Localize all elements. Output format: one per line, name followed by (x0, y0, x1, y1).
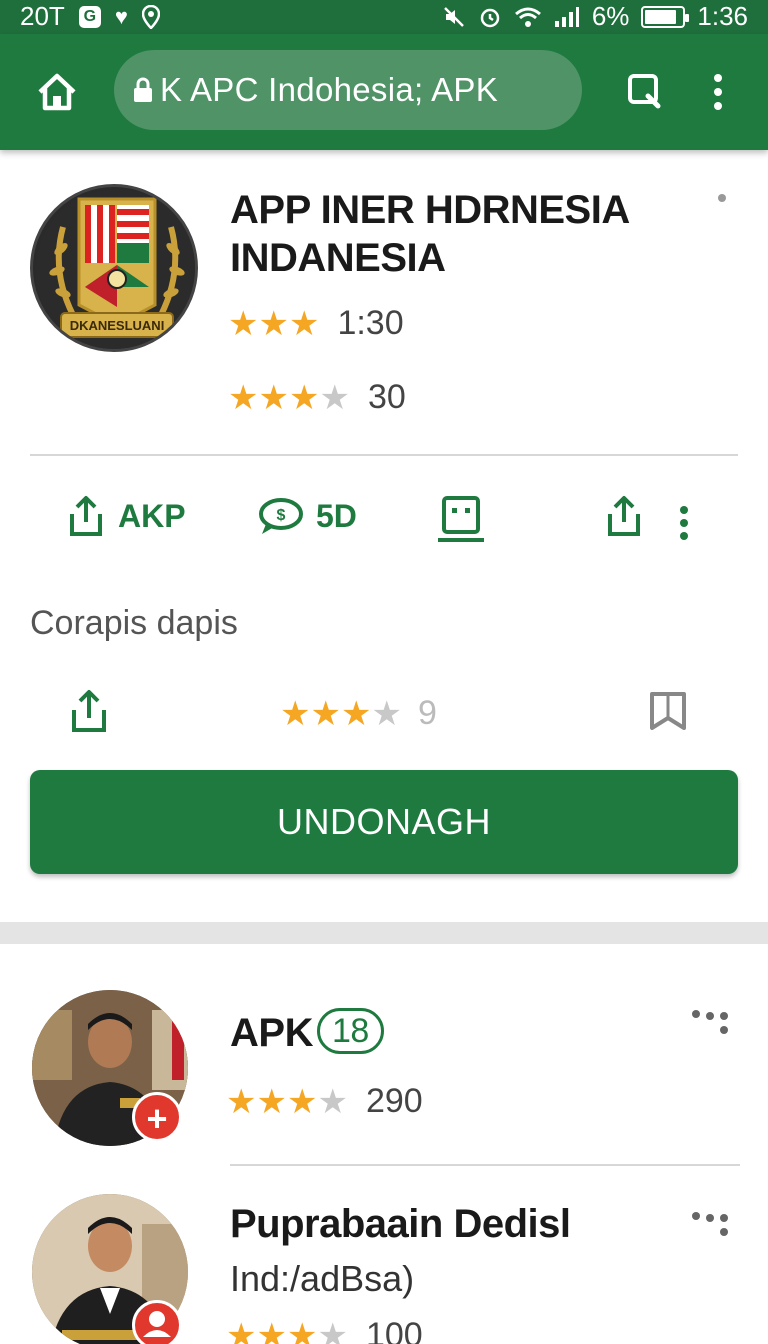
star-rating: ★★★★ (280, 697, 402, 731)
device-icon (438, 496, 484, 542)
list-item-title-text: APK (230, 1011, 313, 1055)
star-filled-icon: ★ (288, 378, 320, 417)
more-horiz-icon[interactable] (690, 1008, 730, 1038)
star-filled-icon: ★ (286, 1082, 318, 1121)
more-vert-icon[interactable] (676, 504, 692, 542)
add-badge-icon[interactable]: + (132, 1092, 182, 1142)
chat-icon: $ (259, 498, 303, 534)
rating-value: 30 (367, 378, 406, 416)
list-item-subtitle: Ind:/adBsa) (230, 1258, 415, 1299)
status-bar: 20T G ♥ 6% 1:36 (0, 0, 768, 34)
rating-value: 100 (365, 1316, 423, 1344)
person-badge-icon[interactable] (132, 1300, 182, 1344)
signal-icon (554, 6, 579, 27)
heart-icon: ♥ (114, 3, 128, 29)
url-bar[interactable]: K APC Indohesia; APK (114, 50, 582, 130)
tabs-icon[interactable] (626, 72, 664, 112)
action-akp-button[interactable]: AKP (66, 494, 186, 538)
action-label: 5D (316, 497, 357, 534)
browser-toolbar: K APC Indohesia; APK (0, 34, 768, 150)
battery-percent: 6% (591, 1, 630, 31)
share-icon[interactable] (68, 688, 110, 734)
star-filled-icon: ★ (256, 1316, 287, 1344)
wifi-icon (514, 7, 541, 27)
status-time: 1:36 (697, 1, 748, 31)
star-empty-icon: ★ (371, 694, 402, 733)
list-item-rating: ★★★★ 100 (226, 1316, 423, 1344)
rating-value: 290 (365, 1082, 423, 1120)
app-more-icon[interactable] (712, 188, 732, 208)
more-horiz-icon[interactable] (690, 1210, 730, 1240)
divider (30, 454, 738, 456)
star-empty-icon: ★ (319, 378, 350, 417)
star-filled-icon: ★ (228, 378, 259, 417)
home-icon[interactable] (36, 72, 78, 112)
action-share-button[interactable] (604, 494, 644, 538)
star-filled-icon: ★ (258, 304, 289, 343)
app-emblem-icon: DKANESLUANI (35, 189, 195, 349)
action-device-button[interactable] (436, 494, 486, 544)
star-filled-icon: ★ (310, 694, 341, 733)
download-button[interactable]: UNDONAGH (30, 770, 738, 874)
list-item-title: APK 18 (230, 1008, 384, 1056)
star-filled-icon: ★ (286, 1316, 318, 1344)
g-badge-icon: G (78, 5, 101, 28)
share-icon (608, 496, 640, 536)
star-filled-icon: ★ (280, 694, 311, 733)
star-filled-icon: ★ (226, 1316, 257, 1344)
star-filled-icon: ★ (288, 304, 320, 343)
section-label: Corapis dapis (30, 604, 238, 642)
action-label: AKP (118, 497, 186, 534)
star-filled-icon: ★ (256, 1082, 287, 1121)
rating-value: 9 (417, 694, 437, 732)
section-rating: ★★★★ 9 (280, 694, 437, 733)
app-logo: DKANESLUANI (30, 184, 198, 352)
svg-text:$: $ (277, 507, 286, 524)
more-vert-icon[interactable] (706, 70, 730, 114)
star-rating: ★★★★ (226, 1085, 348, 1119)
list-item-title: Pupraba­ain Dedisl (230, 1202, 571, 1246)
star-filled-icon: ★ (258, 378, 289, 417)
age-badge: 18 (316, 1008, 384, 1054)
star-rating: ★★★★ (228, 381, 350, 415)
action-5d-button[interactable]: $ 5D (258, 494, 357, 538)
location-icon (141, 4, 160, 29)
status-time-left: 20T (20, 1, 65, 31)
app-rating-primary: ★★★ 1:30 (228, 304, 404, 343)
star-rating: ★★★★ (226, 1319, 348, 1344)
battery-level (645, 9, 676, 24)
divider (230, 1164, 740, 1166)
app-title: APP INER HDRNESIA INDANESIA (230, 188, 629, 280)
app-rating-secondary: ★★★★ 30 (228, 378, 406, 417)
star-filled-icon: ★ (228, 304, 259, 343)
url-text[interactable]: K APC Indohesia; APK (160, 71, 498, 109)
battery-icon (641, 5, 690, 28)
star-empty-icon: ★ (317, 1082, 348, 1121)
bookmark-icon[interactable] (648, 690, 688, 732)
star-filled-icon: ★ (340, 694, 372, 733)
rating-value: 1:30 (337, 304, 404, 342)
mute-icon (443, 6, 464, 27)
svg-text:DKANESLUANI: DKANESLUANI (70, 318, 165, 333)
star-rating: ★★★ (228, 307, 319, 341)
star-empty-icon: ★ (317, 1316, 348, 1344)
section-separator (0, 922, 768, 944)
lock-icon (134, 77, 152, 102)
share-icon (70, 496, 102, 536)
alarm-icon (480, 8, 500, 27)
star-filled-icon: ★ (226, 1082, 257, 1121)
list-item-rating: ★★★★ 290 (226, 1082, 423, 1121)
